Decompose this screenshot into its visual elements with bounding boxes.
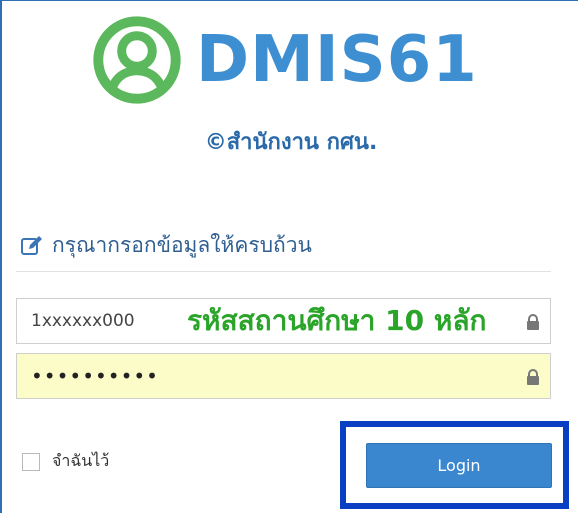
remember-label: จำฉันไว้ <box>52 451 110 470</box>
password-input[interactable] <box>17 354 550 398</box>
brand-header: DMIS61 <box>92 15 478 105</box>
username-hint-overlay: รหัสสถานศึกษา 10 หลัก <box>187 304 487 337</box>
app-title: DMIS61 <box>196 23 478 97</box>
divider <box>16 271 551 272</box>
user-circle-icon <box>93 16 181 104</box>
form-prompt-label: กรุณากรอกข้อมูลให้ครบถ้วน <box>52 233 312 257</box>
lock-icon <box>527 314 539 330</box>
form-prompt: กรุณากรอกข้อมูลให้ครบถ้วน <box>20 229 312 262</box>
edit-icon <box>21 235 42 255</box>
login-panel: DMIS61 ©สำนักงาน กศน. กรุณากรอกข้อมูลให้… <box>0 0 578 513</box>
remember-checkbox[interactable] <box>22 452 40 471</box>
remember-me[interactable]: จำฉันไว้ <box>22 449 109 474</box>
highlight-box <box>340 421 569 509</box>
password-field[interactable] <box>16 353 551 399</box>
lock-icon <box>527 369 539 385</box>
organization-subtitle: ©สำนักงาน กศน. <box>204 130 378 155</box>
